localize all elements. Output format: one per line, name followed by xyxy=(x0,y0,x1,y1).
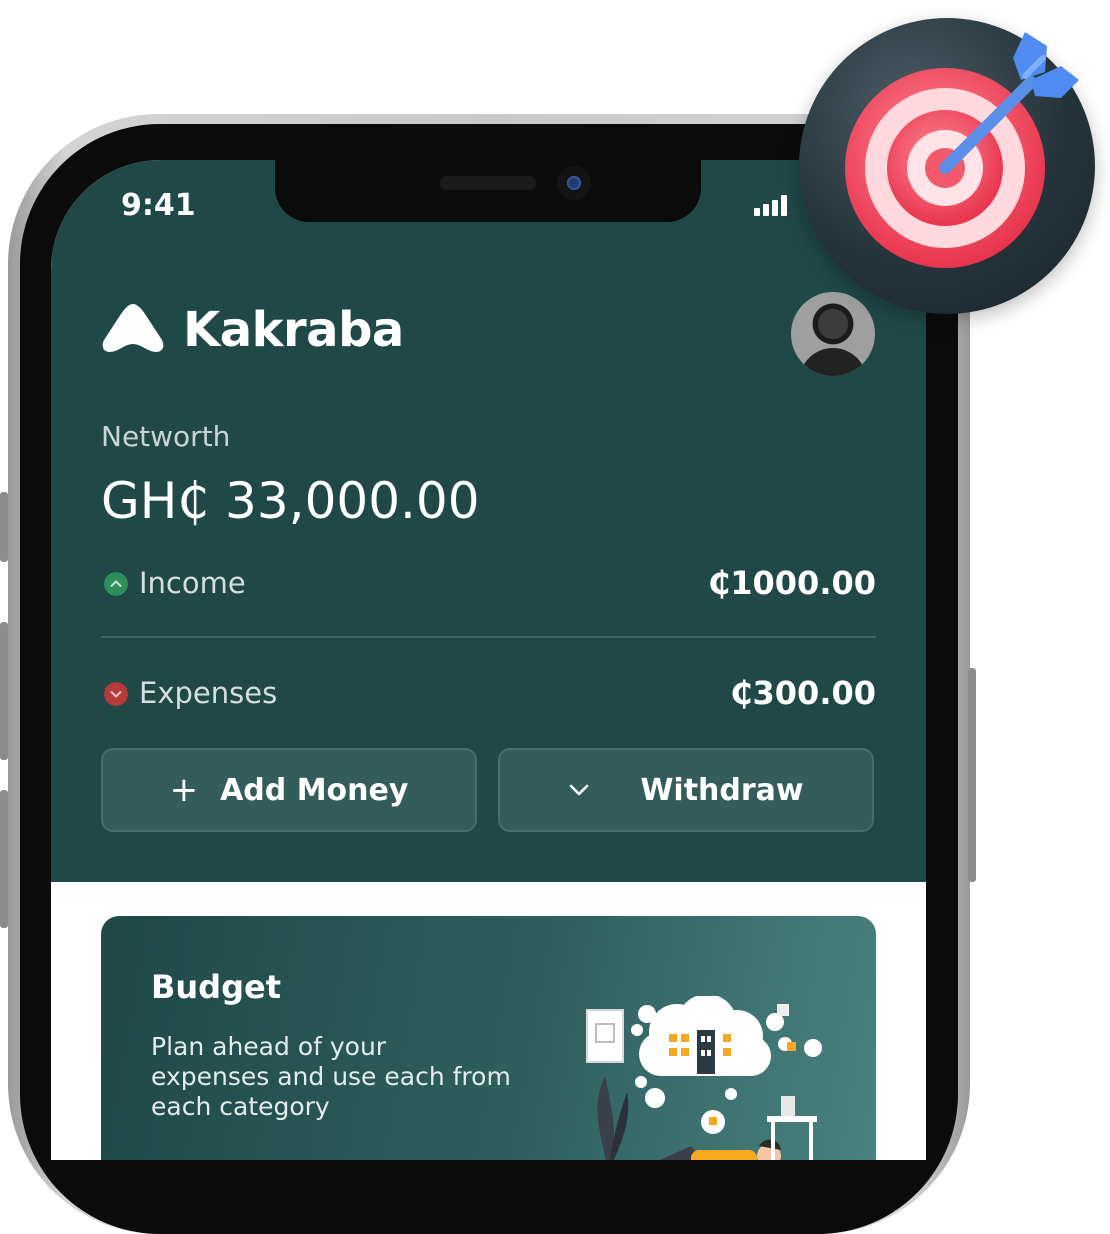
camera-notch xyxy=(275,160,701,222)
networth-label: Networth xyxy=(101,420,231,453)
expenses-label: Expenses xyxy=(139,676,278,710)
add-money-button[interactable]: + Add Money xyxy=(101,748,477,832)
balance-hero: 9:41 Kakraba Networth GH₵ 33,000.00 Inco… xyxy=(51,160,926,882)
withdraw-button[interactable]: Withdraw xyxy=(498,748,874,832)
networth-value: GH₵ 33,000.00 xyxy=(101,472,480,530)
front-camera xyxy=(557,166,591,200)
phone-screen: 9:41 Kakraba Networth GH₵ 33,000.00 Inco… xyxy=(51,160,926,1160)
withdraw-label: Withdraw xyxy=(640,772,804,808)
target-badge xyxy=(799,18,1095,314)
speaker-grille xyxy=(440,176,536,190)
chevron-down-icon xyxy=(570,784,589,796)
side-button xyxy=(0,790,8,928)
signal-icon xyxy=(754,194,794,216)
budget-title: Budget xyxy=(151,968,281,1006)
status-time: 9:41 xyxy=(121,188,196,223)
budget-card[interactable]: Budget Plan ahead of your expenses and u… xyxy=(101,916,876,1160)
target-dart-icon xyxy=(845,32,1079,268)
budget-illustration xyxy=(586,996,822,1160)
side-button xyxy=(0,622,8,760)
divider xyxy=(101,636,876,638)
expenses-value: ₵300.00 xyxy=(730,674,876,712)
kakraba-logo-icon xyxy=(102,304,164,352)
side-button xyxy=(968,668,976,882)
plus-icon: + xyxy=(169,770,199,810)
income-value: ₵1000.00 xyxy=(707,564,876,602)
brand-name: Kakraba xyxy=(183,302,404,358)
arrow-down-circle-icon xyxy=(104,682,128,706)
add-money-label: Add Money xyxy=(220,772,409,808)
side-button xyxy=(0,492,8,562)
income-label: Income xyxy=(139,566,246,600)
arrow-up-circle-icon xyxy=(104,572,128,596)
budget-description: Plan ahead of your expenses and use each… xyxy=(151,1032,511,1121)
